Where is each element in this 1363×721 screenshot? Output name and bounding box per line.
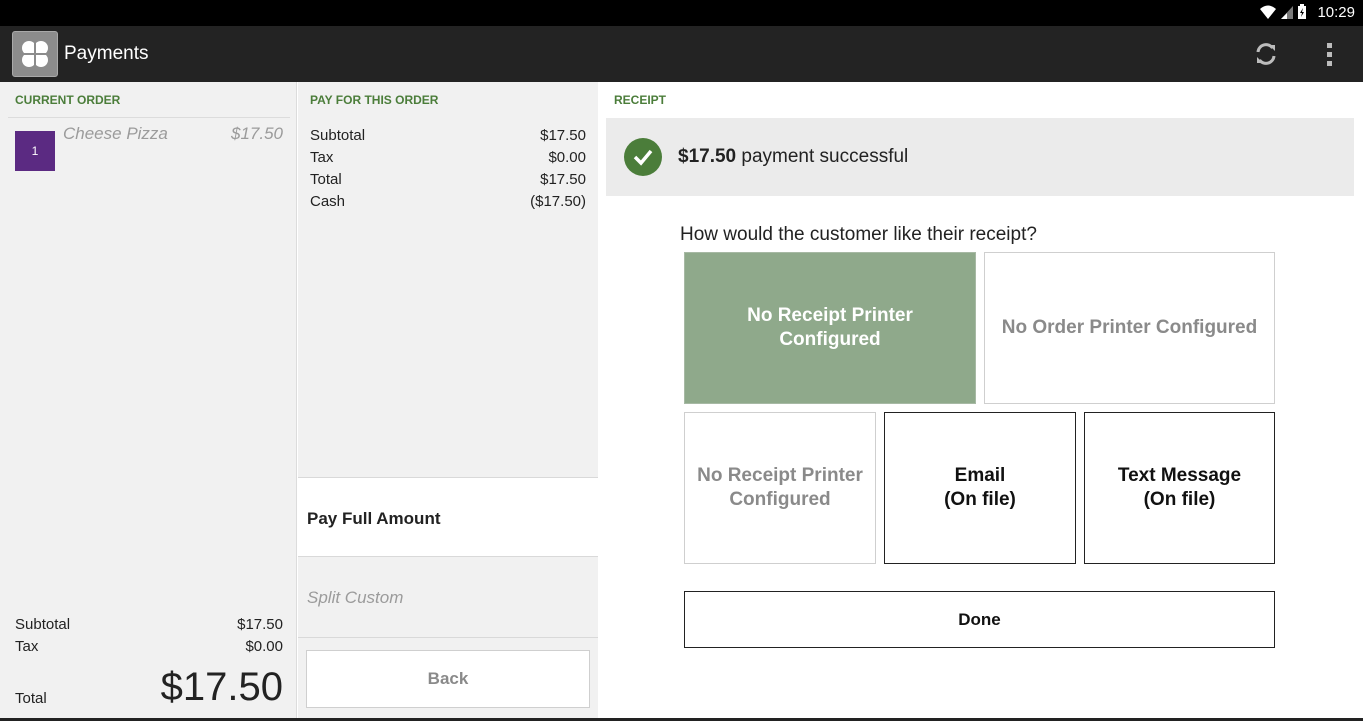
receipt-printer-secondary-tile[interactable]: No Receipt Printer Configured <box>684 412 876 564</box>
summary-row: Total $17.50 <box>310 171 586 193</box>
divider <box>8 117 290 118</box>
tile-label: No Order Printer Configured <box>1001 317 1258 338</box>
split-custom-label: Split Custom <box>307 588 404 607</box>
back-button[interactable]: Back <box>306 650 590 708</box>
tile-label: Configured <box>729 489 831 510</box>
summary-row: Tax $0.00 <box>310 149 586 171</box>
summary-value: $0.00 <box>548 149 586 166</box>
page-title: Payments <box>64 43 149 64</box>
subtotal-label: Subtotal <box>15 616 71 633</box>
summary-label: Total <box>310 171 342 188</box>
order-totals: Subtotal $17.50 Tax $0.00 <box>15 616 283 660</box>
summary-value: $17.50 <box>540 127 586 144</box>
summary-label: Cash <box>310 193 346 210</box>
pay-full-amount-button[interactable]: Pay Full Amount <box>298 477 598 557</box>
total-value: $17.50 <box>160 665 283 709</box>
refresh-icon <box>1256 43 1276 65</box>
summary-row: Subtotal $17.50 <box>310 127 586 149</box>
tile-label: No Receipt Printer <box>747 305 913 326</box>
done-button[interactable]: Done <box>684 591 1275 648</box>
status-bar: 10:29 <box>0 0 1363 26</box>
order-printer-tile[interactable]: No Order Printer Configured <box>984 252 1275 404</box>
battery-icon <box>1298 4 1306 19</box>
total-label: Total <box>15 690 47 707</box>
clock-time: 10:29 <box>1317 4 1355 21</box>
summary-label: Tax <box>310 149 334 166</box>
receipt-header: RECEIPT <box>614 93 667 107</box>
item-name: Cheese Pizza <box>63 124 168 143</box>
current-order-header: CURRENT ORDER <box>15 93 121 107</box>
success-message: $17.50 payment successful <box>678 146 908 168</box>
pay-for-order-header: PAY FOR THIS ORDER <box>310 93 439 107</box>
signal-icon <box>1281 6 1293 19</box>
tile-label: (On file) <box>944 489 1016 510</box>
subtotal-row: Subtotal $17.50 <box>15 616 283 638</box>
tax-label: Tax <box>15 638 39 655</box>
success-text: payment successful <box>741 146 909 167</box>
current-order-panel: CURRENT ORDER 1 Cheese Pizza $17.50 Subt… <box>0 82 297 721</box>
pay-for-order-panel: PAY FOR THIS ORDER Subtotal $17.50 Tax $… <box>298 82 598 721</box>
subtotal-value: $17.50 <box>237 616 283 633</box>
receipt-prompt: How would the customer like their receip… <box>680 224 1037 245</box>
overflow-menu-icon[interactable] <box>1312 36 1346 72</box>
status-icons <box>1259 4 1307 20</box>
summary-label: Subtotal <box>310 127 366 144</box>
tile-label: Configured <box>779 329 881 350</box>
summary-row: Cash ($17.50) <box>310 193 586 215</box>
wifi-icon <box>1260 5 1276 19</box>
pay-full-amount-label: Pay Full Amount <box>307 509 441 528</box>
tile-label: No Receipt Printer <box>697 465 863 486</box>
receipt-printer-tile[interactable]: No Receipt Printer Configured <box>684 252 976 404</box>
payment-summary: Subtotal $17.50 Tax $0.00 Total $17.50 C… <box>310 127 586 215</box>
text-message-receipt-button[interactable]: Text Message (On file) <box>1084 412 1275 564</box>
app-logo-icon[interactable] <box>12 31 58 77</box>
checkmark-icon <box>624 138 662 176</box>
action-bar: Payments <box>0 26 1363 82</box>
tile-label: (On file) <box>1143 489 1216 510</box>
payment-success-banner: $17.50 payment successful <box>606 118 1354 196</box>
refresh-button[interactable] <box>1246 36 1286 72</box>
receipt-panel: RECEIPT $17.50 payment successful How wo… <box>598 82 1363 721</box>
item-price: $17.50 <box>231 124 283 143</box>
quantity-badge: 1 <box>15 131 55 171</box>
summary-value: $17.50 <box>540 171 586 188</box>
tile-label: Text Message <box>1117 465 1242 486</box>
order-line-item[interactable]: 1 Cheese Pizza $17.50 <box>15 124 283 171</box>
tile-label: Email <box>954 465 1006 486</box>
summary-value: ($17.50) <box>530 193 586 210</box>
success-amount: $17.50 <box>678 146 737 167</box>
total-row: Total $17.50 <box>15 660 283 710</box>
split-custom-button[interactable]: Split Custom <box>298 558 598 638</box>
tax-value: $0.00 <box>245 638 283 655</box>
email-receipt-button[interactable]: Email (On file) <box>884 412 1076 564</box>
tax-row: Tax $0.00 <box>15 638 283 660</box>
clover-icon <box>22 41 48 67</box>
